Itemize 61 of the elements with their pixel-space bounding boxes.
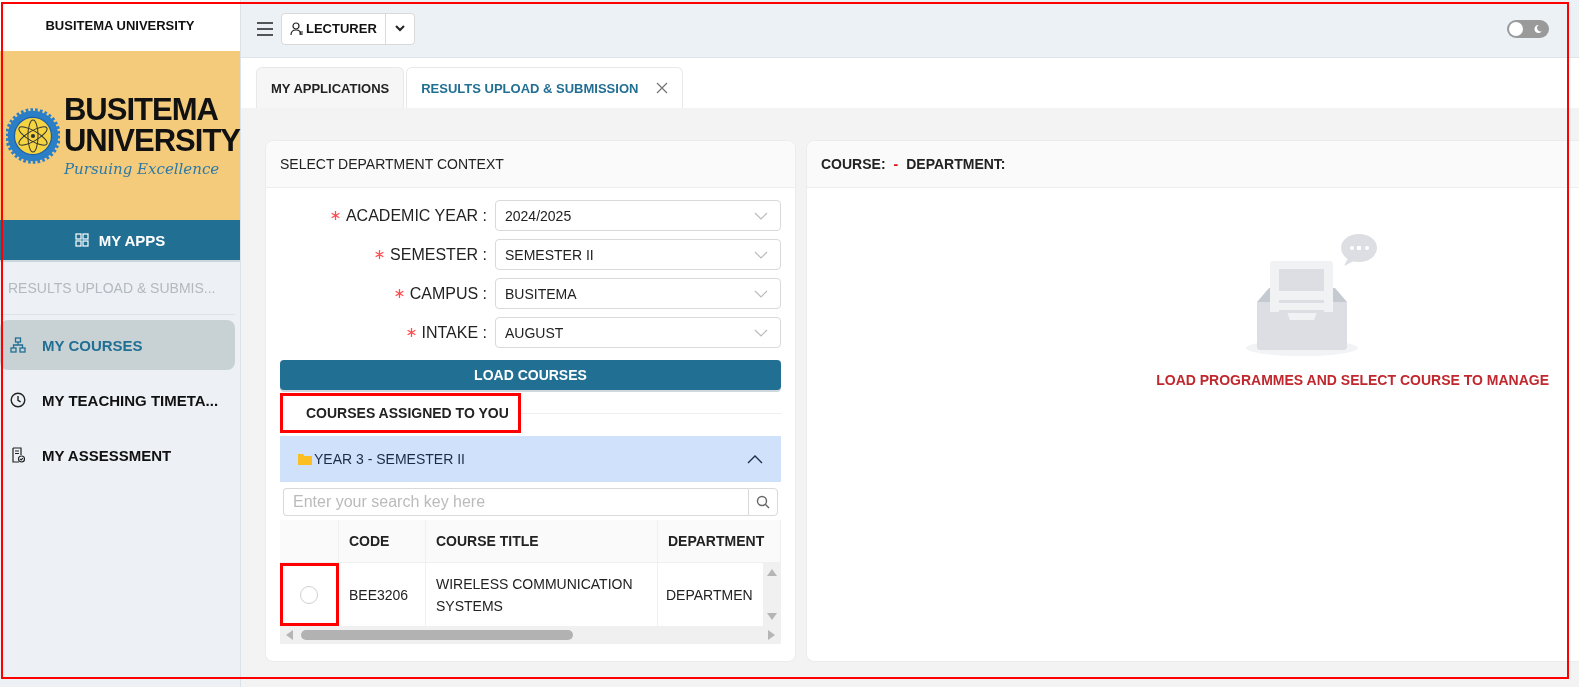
close-icon[interactable] bbox=[656, 82, 669, 94]
my-apps-button[interactable]: MY APPS bbox=[0, 220, 240, 262]
empty-inbox-icon bbox=[1245, 232, 1379, 358]
sitemap-icon bbox=[10, 337, 26, 353]
grid-icon bbox=[74, 233, 89, 247]
table-cell: DEPARTMEN bbox=[658, 563, 763, 626]
group-label: YEAR 3 - SEMESTER II bbox=[298, 451, 465, 467]
clock-icon bbox=[10, 392, 26, 408]
chevron-down-icon bbox=[754, 211, 768, 220]
select-field[interactable]: SEMESTER II bbox=[495, 239, 781, 270]
field-label: SEMESTER : bbox=[375, 245, 487, 264]
search-field[interactable]: Enter your search key here bbox=[283, 488, 748, 516]
menu-icon[interactable] bbox=[257, 21, 273, 36]
table-cell: BEE3206 bbox=[339, 563, 426, 626]
course-label: COURSE: bbox=[821, 156, 886, 172]
sidebar-title: BUSITEMA UNIVERSITY bbox=[0, 0, 240, 51]
column-header: DEPARTMENT bbox=[658, 520, 781, 563]
empty-message: LOAD PROGRAMMES AND SELECT COURSE TO MANAGE bbox=[1156, 372, 1549, 388]
chevron-down-icon bbox=[754, 250, 768, 259]
moon-icon bbox=[1533, 23, 1543, 34]
card-title: SELECT DEPARTMENT CONTEXT bbox=[266, 141, 795, 188]
search-icon bbox=[756, 495, 770, 509]
sidebar-item[interactable]: MY ASSESSMENT bbox=[0, 430, 235, 480]
scroll-right-icon bbox=[768, 630, 775, 640]
department-label: DEPARTMENT: bbox=[906, 156, 1006, 172]
load-courses-button[interactable]: LOAD COURSES bbox=[280, 360, 781, 390]
sidebar-item[interactable]: MY COURSES bbox=[0, 320, 235, 370]
section-heading: COURSES ASSIGNED TO YOU bbox=[280, 393, 521, 433]
document-check-icon bbox=[10, 447, 26, 463]
logo-name-text: UNIVERSITY bbox=[63, 124, 240, 156]
theme-toggle[interactable] bbox=[1507, 19, 1549, 38]
scroll-down-icon bbox=[767, 613, 777, 620]
field-label: INTAKE : bbox=[406, 323, 487, 342]
role-button[interactable]: LECTURER bbox=[282, 13, 385, 44]
role-selector[interactable]: LECTURER bbox=[281, 12, 415, 45]
group-header[interactable]: YEAR 3 - SEMESTER II bbox=[280, 436, 781, 482]
column-header: COURSE TITLE bbox=[426, 520, 658, 563]
logo-name-text: BUSITEMA bbox=[63, 93, 219, 125]
column-header: CODE bbox=[339, 520, 426, 563]
search-button[interactable] bbox=[748, 488, 778, 516]
select-field[interactable]: BUSITEMA bbox=[495, 278, 781, 309]
chevron-up-icon bbox=[747, 454, 763, 464]
tab[interactable]: MY APPLICATIONS bbox=[256, 67, 405, 108]
radio-button[interactable] bbox=[300, 585, 318, 604]
table-cell: WIRELESS COMMUNICATION SYSTEMS bbox=[426, 563, 658, 626]
field-label: CAMPUS : bbox=[394, 284, 487, 303]
scroll-left-icon bbox=[286, 630, 293, 640]
field-label: ACADEMIC YEAR : bbox=[330, 206, 487, 225]
select-field[interactable]: AUGUST bbox=[495, 317, 781, 348]
logo-motto-text: Pursuing Excellence bbox=[63, 159, 221, 178]
chevron-down-icon bbox=[754, 289, 768, 298]
chevron-down-icon bbox=[754, 328, 768, 337]
tab[interactable]: RESULTS UPLOAD & SUBMISSION bbox=[406, 67, 684, 108]
sidebar-item[interactable]: MY TEACHING TIMETA... bbox=[0, 375, 235, 425]
scroll-up-icon bbox=[767, 569, 777, 576]
section-label: RESULTS UPLOAD & SUBMIS... bbox=[0, 262, 235, 315]
user-icon bbox=[290, 21, 304, 36]
chevron-down-icon bbox=[394, 25, 405, 32]
select-field[interactable]: 2024/2025 bbox=[495, 200, 781, 231]
separator-text: - bbox=[893, 156, 899, 172]
folder-icon bbox=[298, 453, 312, 465]
